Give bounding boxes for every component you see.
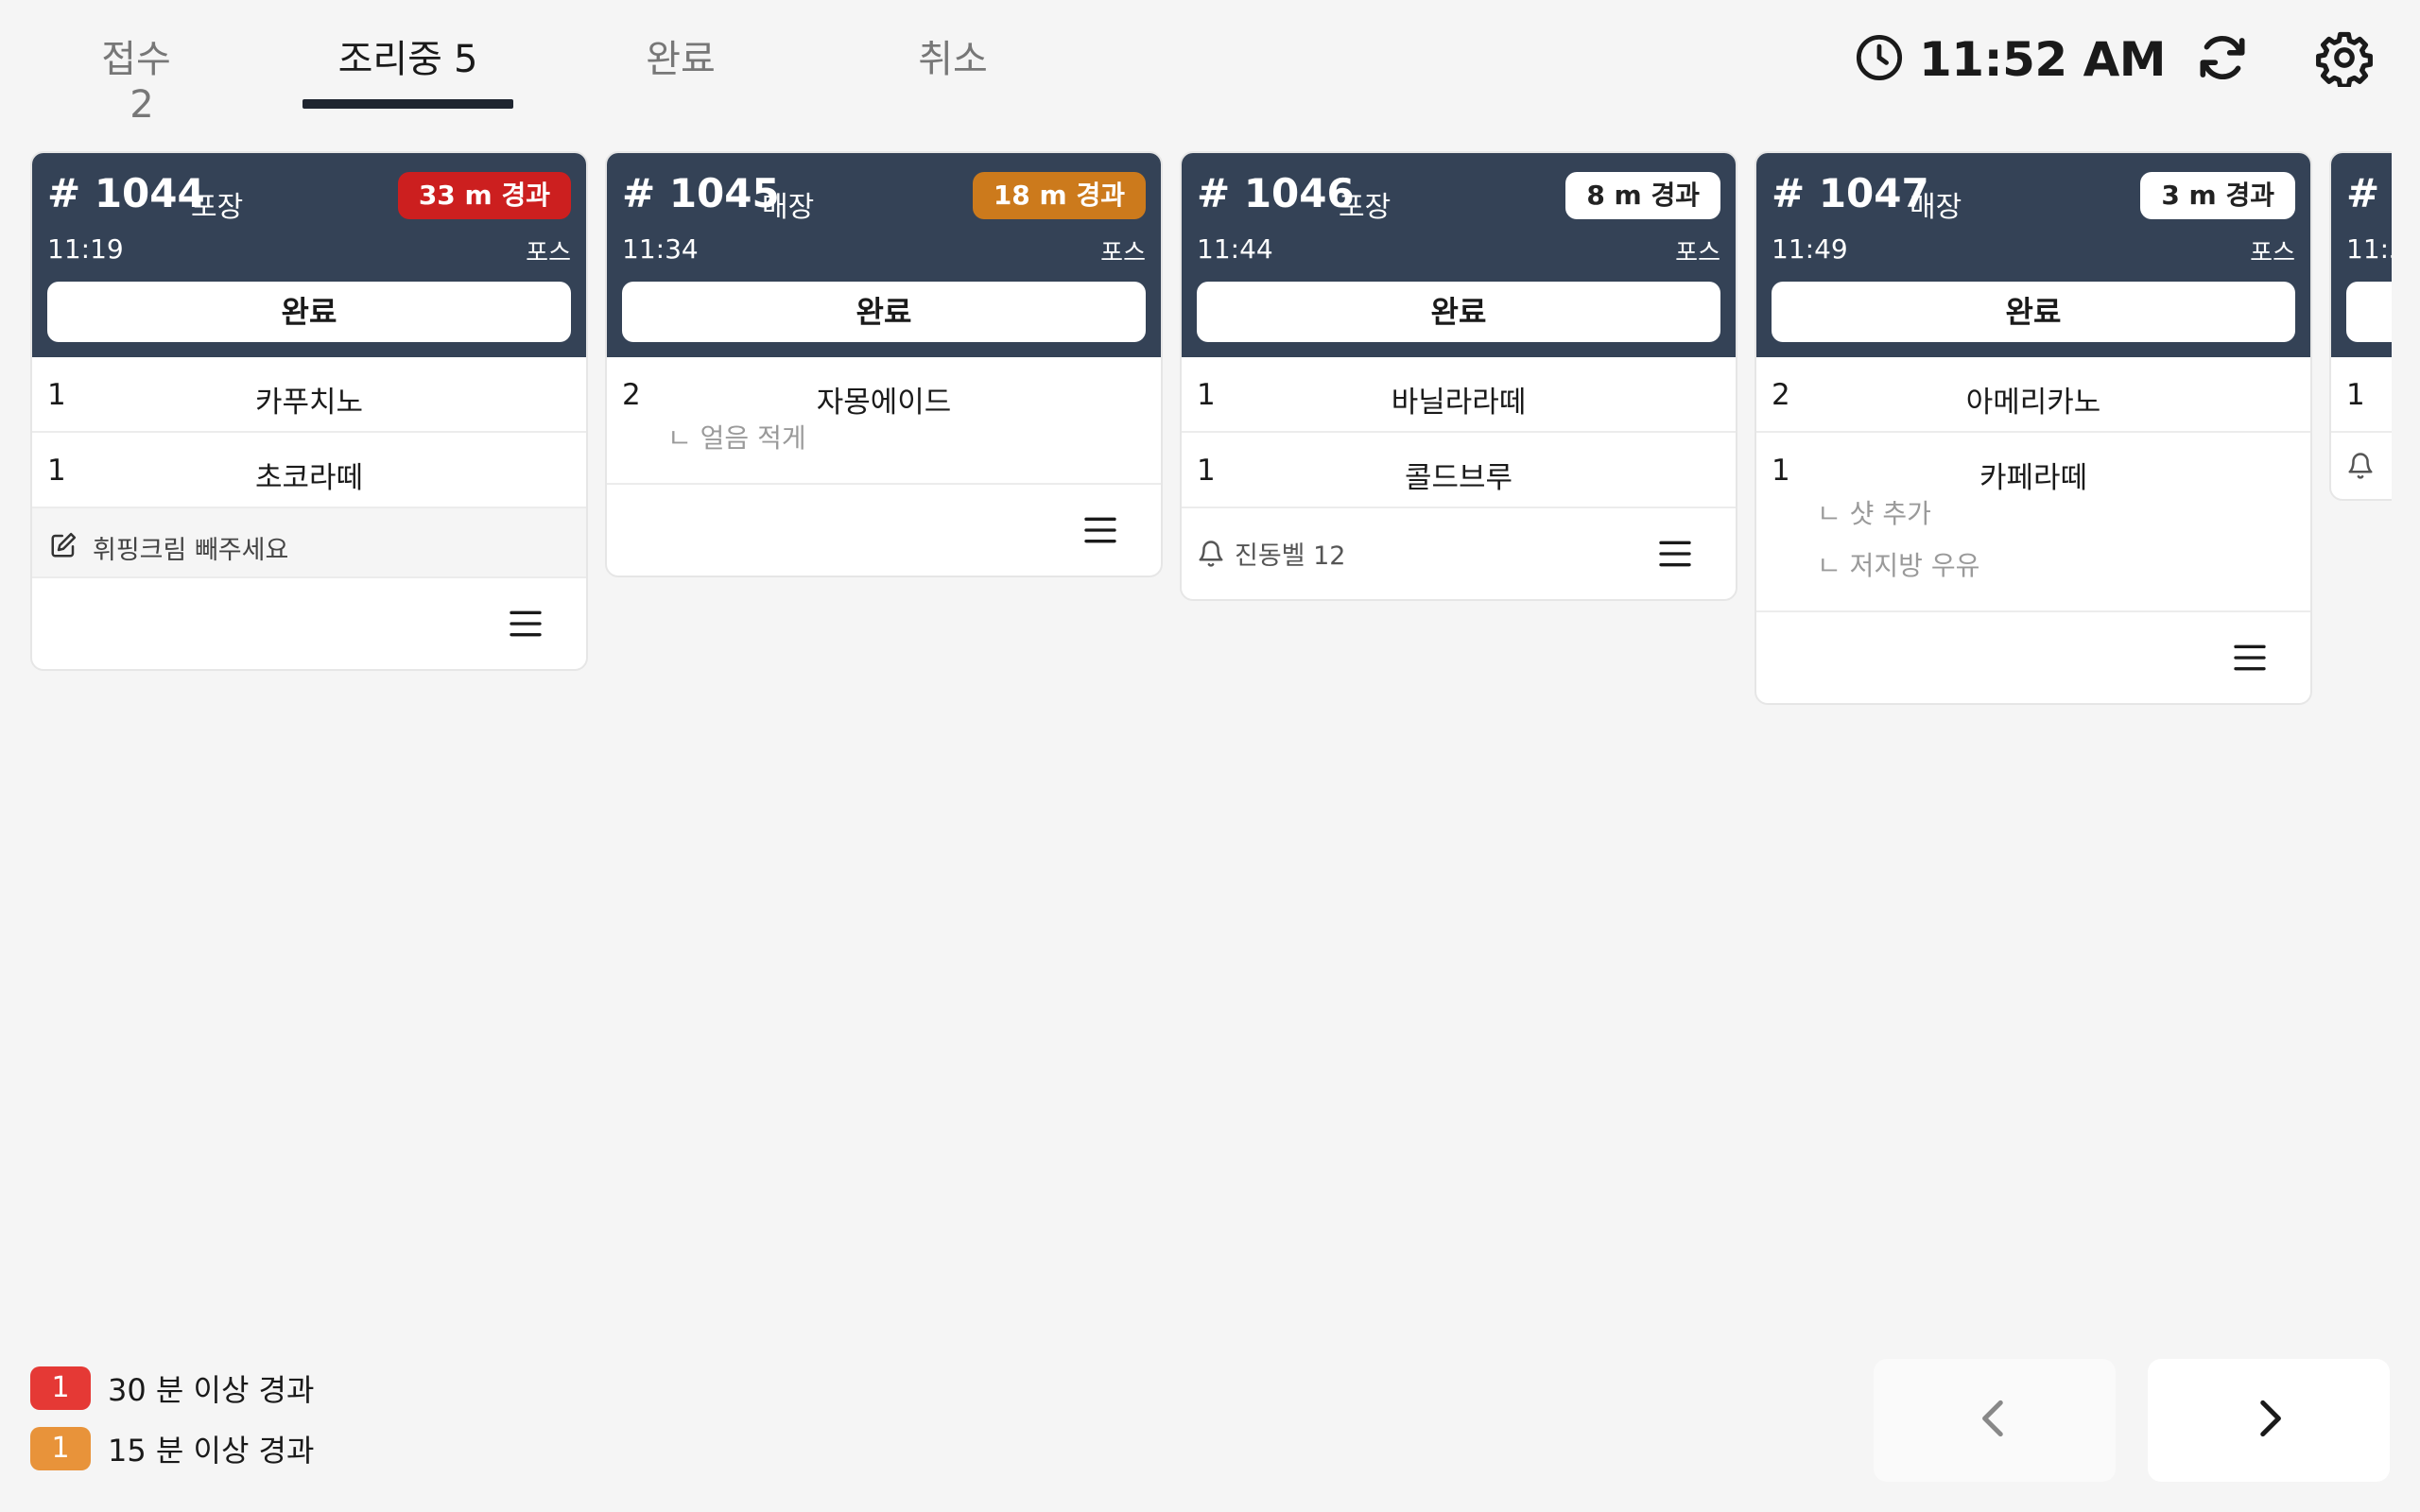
order-type: 매장 [762, 191, 815, 224]
item-option: ㄴ 저지방 우유 [1817, 550, 1980, 581]
menu-icon[interactable] [2231, 639, 2269, 677]
clock-icon [1855, 33, 1904, 86]
gear-icon [2315, 28, 2374, 91]
elapsed-badge: 18 m 경과 [972, 172, 1146, 219]
chevron-right-icon [2245, 1395, 2292, 1446]
card-footer [2331, 433, 2392, 499]
item-name: 바닐라라떼 [1391, 386, 1527, 420]
legend-label: 15 분 이상 경과 [108, 1433, 315, 1469]
order-item: 1 바닐라라떼 [1182, 357, 1736, 433]
order-card: # 1044 포장 33 m 경과 11:19 포스 완료 1 카푸치노 1 초코라… [30, 151, 588, 671]
card-footer: 진동벨 12 [1182, 508, 1736, 599]
tab-cancelled[interactable]: 취소 [917, 28, 989, 109]
pager-bell [2346, 452, 2384, 480]
bell-icon [1199, 540, 1223, 567]
order-time: 11:44 [1197, 233, 1273, 265]
bell-text: 진동벨 12 [1235, 541, 1346, 571]
menu-icon[interactable] [507, 605, 544, 643]
tab-cooking[interactable]: 조리중 5 [302, 28, 513, 109]
order-card-header: # 1045 매장 18 m 경과 11:34 포스 완료 [607, 153, 1161, 357]
elapsed-legend: 1 30 분 이상 경과 1 15 분 이상 경과 [30, 1366, 314, 1487]
card-footer [607, 485, 1161, 576]
order-number: # 1047 [1772, 170, 1929, 216]
order-board: # 1044 포장 33 m 경과 11:19 포스 완료 1 카푸치노 1 초코라… [0, 151, 2392, 718]
order-card-header: # 1 11:5 [2331, 153, 2392, 357]
legend-row-30min: 1 30 분 이상 경과 [30, 1366, 314, 1410]
settings-button[interactable] [2313, 28, 2376, 91]
complete-button[interactable]: 완료 [1197, 282, 1720, 342]
tab-completed[interactable]: 완료 [645, 28, 717, 109]
order-number: # 1046 [1197, 170, 1355, 216]
complete-button[interactable]: 완료 [47, 282, 571, 342]
item-qty: 1 [2346, 378, 2365, 412]
order-source: 포스 [526, 239, 571, 267]
order-time: 11:5 [2346, 233, 2392, 265]
order-card-header: # 1046 포장 8 m 경과 11:44 포스 완료 [1182, 153, 1736, 357]
item-name: 카페라떼 [1979, 461, 2088, 495]
order-time: 11:49 [1772, 233, 1848, 265]
complete-button[interactable] [2346, 282, 2392, 342]
edit-icon [51, 532, 77, 558]
order-source: 포스 [2250, 239, 2295, 267]
legend-label: 30 분 이상 경과 [108, 1372, 315, 1408]
legend-count-badge: 1 [30, 1366, 91, 1410]
order-card: # 1047 매장 3 m 경과 11:49 포스 완료 2 아메리카노 1 카페라… [1754, 151, 2312, 705]
order-time: 11:19 [47, 233, 124, 265]
complete-button[interactable]: 완료 [622, 282, 1146, 342]
menu-icon[interactable] [1081, 511, 1119, 549]
order-memo: 휘핑크림 빼주세요 [32, 508, 586, 578]
order-card: # 1 11:5 1 [2329, 151, 2392, 501]
order-card-header: # 1047 매장 3 m 경과 11:49 포스 완료 [1756, 153, 2310, 357]
item-name: 아메리카노 [1965, 386, 2101, 420]
next-page-button[interactable] [2148, 1359, 2390, 1482]
chevron-left-icon [1971, 1395, 2018, 1446]
order-number: # 1045 [622, 170, 780, 216]
order-type: 매장 [1910, 191, 1962, 224]
order-type: 포장 [1339, 191, 1392, 224]
clock-time: 11:52 AM [1919, 32, 2167, 87]
menu-icon[interactable] [1656, 535, 1694, 573]
order-item: 1 콜드브루 [1182, 433, 1736, 508]
order-number: # 1 [2346, 170, 2392, 216]
refresh-icon [2193, 28, 2252, 91]
memo-text: 휘핑크림 빼주세요 [93, 536, 289, 565]
order-card: # 1046 포장 8 m 경과 11:44 포스 완료 1 바닐라라떼 1 콜드브… [1180, 151, 1737, 601]
tab-received[interactable]: 접수2 [85, 28, 187, 127]
elapsed-badge: 8 m 경과 [1565, 172, 1720, 219]
item-name: 초코라떼 [254, 461, 364, 495]
order-item: 1 카푸치노 [32, 357, 586, 433]
status-tabs: 접수2 조리중 5 완료 취소 [0, 0, 1134, 127]
card-footer [32, 578, 586, 669]
order-number: # 1044 [47, 170, 205, 216]
clock: 11:52 AM [1855, 26, 2167, 93]
order-time: 11:34 [622, 233, 699, 265]
order-item: 1 [2331, 357, 2392, 433]
order-item: 1 초코라떼 [32, 433, 586, 508]
legend-row-15min: 1 15 분 이상 경과 [30, 1427, 314, 1470]
order-source: 포스 [1675, 239, 1720, 267]
prev-page-button[interactable] [1874, 1359, 2116, 1482]
order-source: 포스 [1100, 239, 1146, 267]
card-footer [1756, 612, 2310, 703]
order-card-header: # 1044 포장 33 m 경과 11:19 포스 완료 [32, 153, 586, 357]
complete-button[interactable]: 완료 [1772, 282, 2295, 342]
elapsed-badge: 3 m 경과 [2140, 172, 2295, 219]
order-item: 1 카페라떼 ㄴ 샷 추가 ㄴ 저지방 우유 [1756, 433, 2310, 612]
order-type: 포장 [191, 191, 244, 224]
item-name: 자몽에이드 [816, 386, 952, 420]
item-name: 카푸치노 [254, 386, 364, 420]
pager-bell: 진동벨 12 [1197, 535, 1345, 572]
order-card: # 1045 매장 18 m 경과 11:34 포스 완료 2 자몽에이드 ㄴ 얼… [605, 151, 1163, 577]
order-item: 2 자몽에이드 ㄴ 얼음 적게 [607, 357, 1161, 485]
bell-icon [2348, 453, 2373, 479]
refresh-button[interactable] [2191, 28, 2254, 91]
item-name: 콜드브루 [1404, 461, 1513, 495]
legend-count-badge: 1 [30, 1427, 91, 1470]
order-item: 2 아메리카노 [1756, 357, 2310, 433]
elapsed-badge: 33 m 경과 [397, 172, 571, 219]
